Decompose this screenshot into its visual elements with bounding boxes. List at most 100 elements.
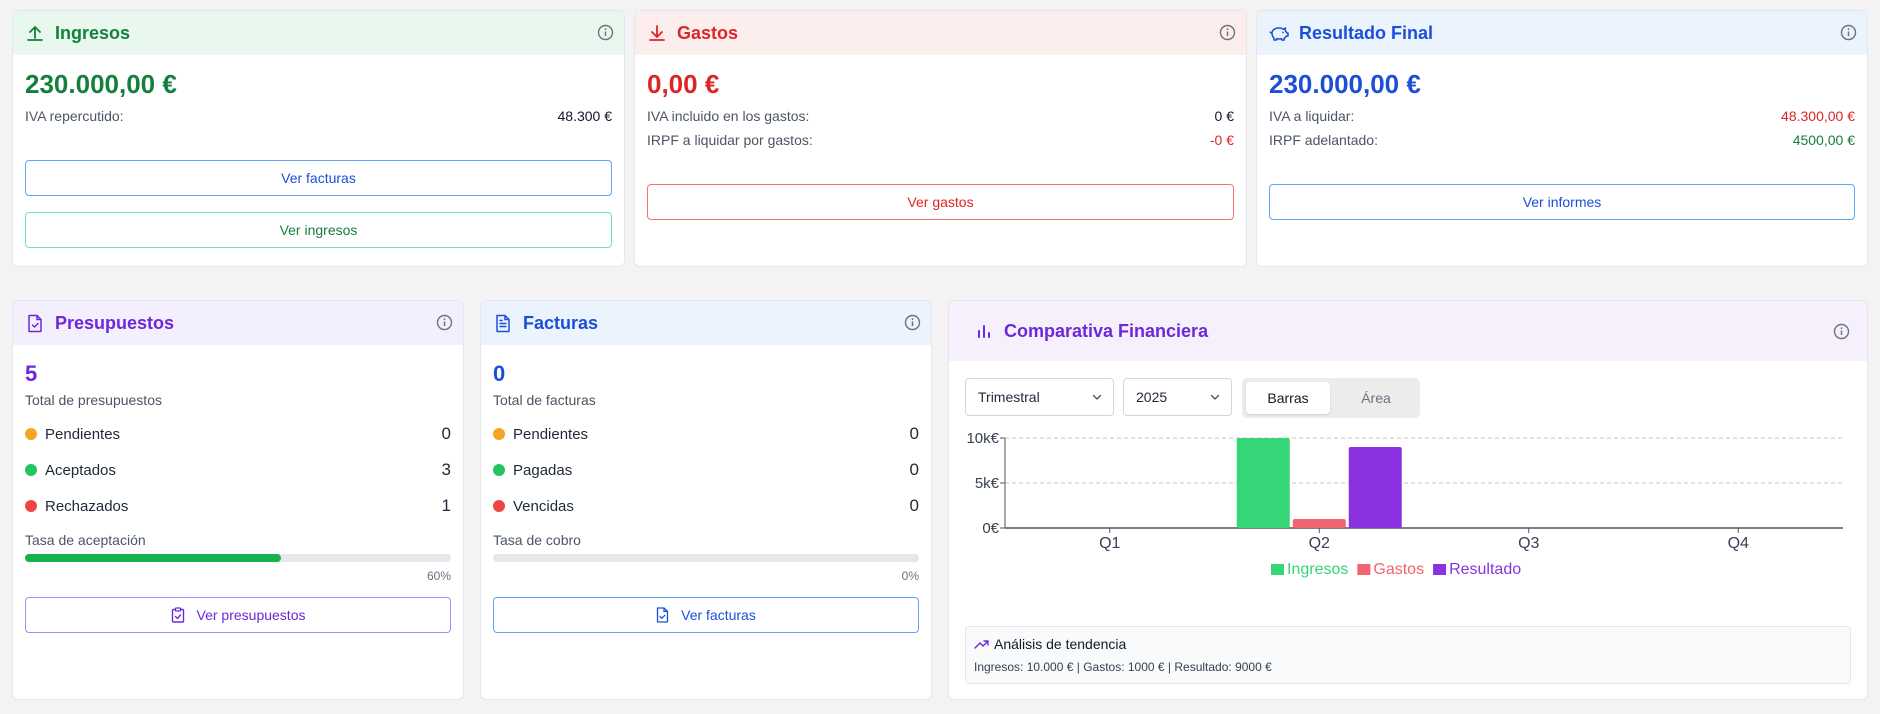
info-icon[interactable] [596, 23, 615, 42]
irpf-gastos-label: IRPF a liquidar por gastos: [647, 132, 813, 148]
status-count: 0 [441, 424, 451, 443]
y-tick-label: 0€ [982, 520, 999, 537]
trend-title: Análisis de tendencia [994, 636, 1127, 652]
resultado-header: Resultado Final [1257, 11, 1867, 55]
ingresos-amount: 230.000,00 € [25, 69, 177, 99]
ver-informes-button[interactable]: Ver informes [1269, 184, 1855, 220]
status-label: Pendientes [513, 425, 589, 443]
chart-type-toggle: Barras Área [1242, 378, 1420, 418]
progress-fill [25, 554, 281, 562]
iva-liquidar-label: IVA a liquidar: [1269, 108, 1355, 124]
iva-repercutido-value: 48.300 € [557, 108, 613, 124]
status-count: 0 [909, 496, 919, 515]
barras-toggle[interactable]: Barras [1246, 382, 1330, 414]
iva-repercutido-row: IVA repercutido: 48.300 € [25, 104, 612, 128]
legend-label: Resultado [1449, 561, 1521, 578]
arrow-up-icon [25, 23, 45, 43]
presupuestos-card: Presupuestos 5 Total de presupuestos Pen… [12, 300, 464, 700]
x-tick-label: Q3 [1518, 535, 1539, 552]
period-select[interactable]: Trimestral [965, 378, 1114, 416]
gastos-header: Gastos [635, 11, 1246, 55]
status-count: 0 [909, 460, 919, 479]
year-select[interactable]: 2025 [1123, 378, 1232, 416]
ingresos-header: Ingresos [13, 11, 624, 55]
iva-gastos-row: IVA incluido en los gastos: 0 € [647, 104, 1234, 128]
info-icon[interactable] [1839, 23, 1858, 42]
ingresos-card: Ingresos 230.000,00 € IVA repercutido: 4… [12, 10, 625, 267]
year-select-value: 2025 [1136, 389, 1168, 405]
resultado-title: Resultado Final [1299, 22, 1434, 43]
presupuestos-total-label: Total de presupuestos [25, 392, 162, 408]
tasa-aceptacion-label: Tasa de aceptación [25, 532, 146, 548]
ingresos-title: Ingresos [55, 22, 131, 43]
legend-swatch [1433, 564, 1447, 575]
info-icon[interactable] [903, 313, 922, 332]
status-label: Rechazados [45, 497, 129, 515]
ver-facturas-button[interactable]: Ver facturas [25, 160, 612, 196]
bar-chart-icon [974, 321, 994, 341]
presupuestos-aceptados-row: Aceptados 3 [25, 459, 451, 481]
facturas-card: Facturas 0 Total de facturas Pendientes … [480, 300, 932, 700]
presupuestos-header: Presupuestos [13, 301, 463, 345]
facturas-total: 0 [493, 361, 506, 386]
x-tick-label: Q4 [1728, 535, 1749, 552]
ver-facturas-button-2[interactable]: Ver facturas [493, 597, 919, 633]
pending-dot [25, 428, 37, 440]
gastos-card: Gastos 0,00 € IVA incluido en los gastos… [634, 10, 1247, 267]
tasa-cobro-label: Tasa de cobro [493, 532, 581, 548]
ver-ingresos-button[interactable]: Ver ingresos [25, 212, 612, 248]
x-tick-label: Q2 [1309, 535, 1330, 552]
iva-liquidar-value: 48.300,00 € [1781, 108, 1855, 124]
file-text-icon [493, 313, 513, 333]
bar-ingresos [1236, 438, 1290, 528]
area-toggle[interactable]: Área [1334, 382, 1418, 414]
presupuestos-rechazados-row: Rechazados 1 [25, 495, 451, 517]
facturas-total-label: Total de facturas [493, 392, 596, 408]
period-select-value: Trimestral [978, 389, 1040, 405]
ver-presupuestos-button[interactable]: Ver presupuestos [25, 597, 451, 633]
status-label: Pendientes [45, 425, 121, 443]
file-check-icon [25, 313, 45, 333]
y-tick-label: 10k€ [966, 433, 999, 447]
legend-label: Gastos [1373, 561, 1424, 578]
presupuestos-pendientes-row: Pendientes 0 [25, 423, 451, 445]
arrow-down-icon [647, 23, 667, 43]
facturas-header: Facturas [481, 301, 931, 345]
ver-facturas-label: Ver facturas [681, 607, 756, 623]
comparativa-card: Comparativa Financiera Trimestral 2025 B… [948, 300, 1868, 700]
resultado-amount: 230.000,00 € [1269, 69, 1421, 99]
info-icon[interactable] [1218, 23, 1237, 42]
paid-dot [493, 464, 505, 476]
comparativa-title: Comparativa Financiera [1004, 320, 1209, 341]
overdue-dot [493, 500, 505, 512]
trend-text: Ingresos: 10.000 € | Gastos: 1000 € | Re… [974, 660, 1272, 674]
tasa-cobro-value: 0% [901, 569, 919, 583]
resultado-card: Resultado Final 230.000,00 € IVA a liqui… [1256, 10, 1868, 267]
status-count: 1 [441, 496, 451, 515]
ver-presupuestos-label: Ver presupuestos [196, 607, 306, 623]
status-label: Vencidas [513, 497, 574, 515]
ver-gastos-button[interactable]: Ver gastos [647, 184, 1234, 220]
irpf-adelantado-value: 4500,00 € [1792, 132, 1855, 148]
iva-liquidar-row: IVA a liquidar: 48.300,00 € [1269, 104, 1855, 128]
info-icon[interactable] [435, 313, 454, 332]
bar-gastos [1292, 519, 1346, 528]
legend-swatch [1271, 564, 1284, 575]
accepted-dot [25, 464, 37, 476]
comparativa-header: Comparativa Financiera [949, 301, 1867, 361]
status-label: Pagadas [513, 461, 573, 479]
tasa-cobro-progress [493, 554, 919, 562]
presupuestos-total: 5 [25, 361, 38, 386]
pending-dot [493, 428, 505, 440]
irpf-adelantado-label: IRPF adelantado: [1269, 132, 1378, 148]
legend-label: Ingresos [1287, 561, 1348, 578]
iva-repercutido-label: IVA repercutido: [25, 108, 124, 124]
info-icon[interactable] [1832, 322, 1851, 341]
gastos-title: Gastos [677, 22, 739, 43]
legend-swatch [1357, 564, 1371, 575]
presupuestos-title: Presupuestos [55, 312, 175, 333]
y-tick-label: 5k€ [975, 475, 1000, 492]
tasa-aceptacion-progress [25, 554, 451, 562]
status-label: Aceptados [45, 461, 116, 479]
irpf-adelantado-row: IRPF adelantado: 4500,00 € [1269, 128, 1855, 152]
